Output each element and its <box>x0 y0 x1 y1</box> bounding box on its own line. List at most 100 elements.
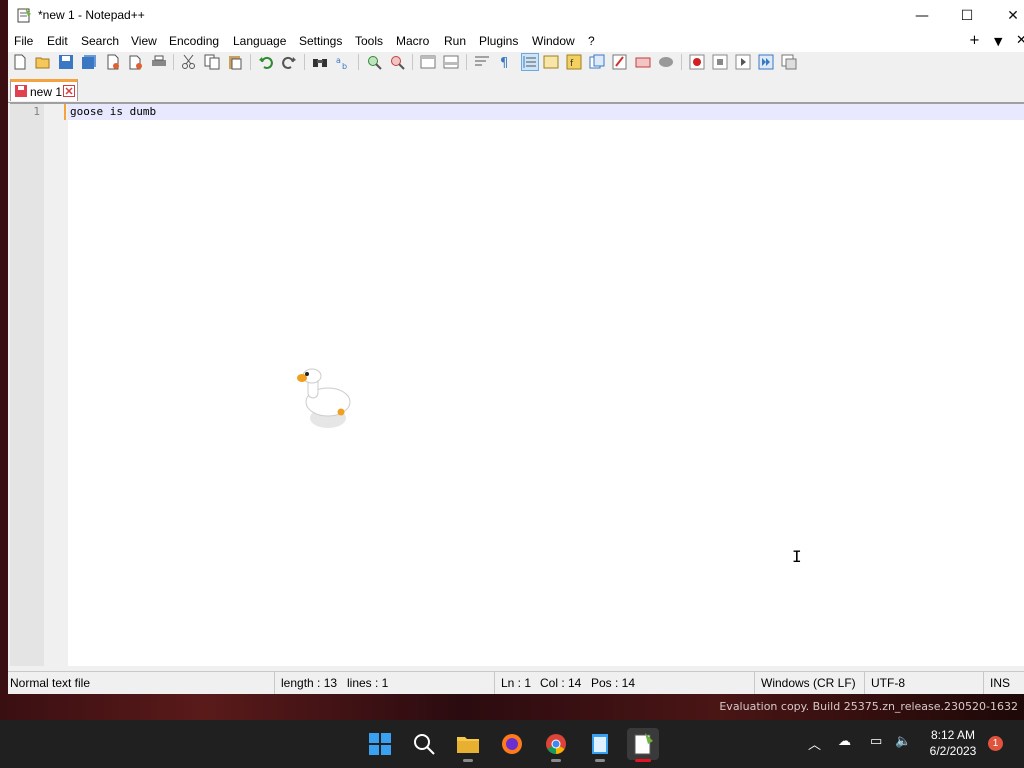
text-cursor-icon: I <box>792 547 802 566</box>
svg-text:a: a <box>336 56 341 65</box>
notepadpp-app-icon <box>17 8 31 23</box>
notepad-icon[interactable] <box>584 728 616 762</box>
change-history-marker <box>64 104 66 120</box>
open-icon[interactable] <box>35 54 51 70</box>
clock[interactable]: 8:12 AM 6/2/2023 <box>918 727 988 759</box>
toolbar: ab ¶ f <box>8 52 1024 72</box>
show-all-chars-icon[interactable]: ¶ <box>497 54 513 70</box>
udl-icon[interactable] <box>635 54 651 70</box>
new-icon[interactable] <box>12 54 28 70</box>
line-number: 1 <box>33 105 40 118</box>
paste-icon[interactable] <box>227 54 243 70</box>
menu-settings[interactable]: Settings <box>299 34 342 48</box>
tab-label: new 1 <box>30 85 63 99</box>
menu-language[interactable]: Language <box>233 34 286 48</box>
save-macro-icon[interactable] <box>781 54 797 70</box>
new-tab-plus-icon[interactable]: + <box>969 33 980 48</box>
status-encoding[interactable]: UTF-8 <box>864 672 982 694</box>
zoom-out-icon[interactable] <box>389 54 405 70</box>
indent-guide-icon[interactable] <box>521 53 539 71</box>
editor-line[interactable]: goose is dumb <box>70 105 156 118</box>
tab-list-dropdown-icon[interactable]: ▼ <box>994 35 1002 48</box>
find-icon[interactable] <box>312 54 328 70</box>
running-indicator <box>463 759 473 762</box>
show-hidden-icons-icon[interactable]: ︿ <box>808 734 821 753</box>
chrome-icon[interactable] <box>540 728 572 762</box>
playback-macro-icon[interactable] <box>735 54 751 70</box>
menu-help[interactable]: ? <box>588 34 595 48</box>
menu-plugins[interactable]: Plugins <box>479 34 518 48</box>
network-icon[interactable]: ▭ <box>870 734 882 749</box>
stop-recording-icon[interactable] <box>712 54 728 70</box>
clock-time: 8:12 AM <box>930 728 976 742</box>
editor-area[interactable]: 1 goose is dumb I <box>10 103 1024 666</box>
close-window-button[interactable]: ✕ <box>990 0 1024 32</box>
firefox-icon[interactable] <box>496 728 528 760</box>
running-indicator <box>635 759 651 762</box>
line-number-gutter: 1 <box>10 104 44 666</box>
maximize-icon: ☐ <box>960 8 974 24</box>
menu-file[interactable]: File <box>14 34 33 48</box>
undo-icon[interactable] <box>258 54 274 70</box>
sync-vertical-icon[interactable] <box>420 54 436 70</box>
svg-text:¶: ¶ <box>500 56 508 70</box>
toolbar-separator <box>173 54 174 70</box>
replace-icon[interactable]: ab <box>335 54 351 70</box>
menu-search[interactable]: Search <box>81 34 119 48</box>
window-title: *new 1 - Notepad++ <box>38 8 145 22</box>
svg-text:b: b <box>342 62 347 70</box>
notepadpp-icon[interactable] <box>627 728 659 762</box>
status-eol[interactable]: Windows (CR LF) <box>754 672 864 694</box>
menu-tools[interactable]: Tools <box>355 34 383 48</box>
close-all-icon[interactable] <box>128 54 144 70</box>
zoom-in-icon[interactable] <box>366 54 382 70</box>
print-icon[interactable] <box>151 54 167 70</box>
running-indicator <box>595 759 605 762</box>
menu-window[interactable]: Window <box>532 34 575 48</box>
menu-edit[interactable]: Edit <box>47 34 68 48</box>
word-wrap-icon[interactable] <box>474 54 490 70</box>
record-macro-icon[interactable] <box>689 54 705 70</box>
menu-macro[interactable]: Macro <box>396 34 429 48</box>
menu-view[interactable]: View <box>131 34 157 48</box>
cut-icon[interactable] <box>181 54 197 70</box>
copy-icon[interactable] <box>204 54 220 70</box>
notepadpp-window: *new 1 - Notepad++ — ☐ ✕ File Edit Searc… <box>8 0 1024 694</box>
save-all-icon[interactable] <box>81 54 97 70</box>
start-icon[interactable] <box>364 728 396 760</box>
toolbar-separator <box>358 54 359 70</box>
title-bar[interactable]: *new 1 - Notepad++ — ☐ ✕ <box>8 0 1024 32</box>
evaluation-watermark: Evaluation copy. Build 25375.zn_release.… <box>719 700 1018 713</box>
function-list-icon[interactable]: f <box>566 54 582 70</box>
current-line-highlight <box>68 104 1024 120</box>
tab-new-1[interactable]: new 1 <box>10 79 78 101</box>
toolbar-separator <box>304 54 305 70</box>
status-col: Col : 14 <box>540 676 582 690</box>
notification-badge[interactable]: 1 <box>988 736 1003 751</box>
save-icon[interactable] <box>58 54 74 70</box>
menu-bar: File Edit Search View Encoding Language … <box>8 32 1024 52</box>
monitoring-icon[interactable] <box>612 54 628 70</box>
search-icon[interactable] <box>408 728 440 760</box>
plugin-icon[interactable] <box>658 54 674 70</box>
file-explorer-icon[interactable] <box>452 728 484 762</box>
sync-horizontal-icon[interactable] <box>443 54 459 70</box>
close-file-icon[interactable] <box>105 54 121 70</box>
menu-run[interactable]: Run <box>444 34 466 48</box>
tab-close-icon[interactable] <box>63 85 75 97</box>
folder-as-workspace-icon[interactable] <box>589 54 605 70</box>
document-map-icon[interactable] <box>543 54 559 70</box>
onedrive-offline-icon[interactable]: ☁ <box>838 734 851 749</box>
redo-icon[interactable] <box>281 54 297 70</box>
minimize-button[interactable]: — <box>899 0 945 32</box>
taskbar: ︿ ☁ ▭ 🔈 8:12 AM 6/2/2023 1 <box>0 720 1024 768</box>
tab-bar: new 1 <box>8 78 1024 103</box>
menu-encoding[interactable]: Encoding <box>169 34 219 48</box>
close-icon: ✕ <box>1007 8 1019 24</box>
status-file-type: Normal text file <box>10 676 91 690</box>
run-macro-multiple-icon[interactable] <box>758 54 774 70</box>
status-pos: Pos : 14 <box>591 676 636 690</box>
maximize-button[interactable]: ☐ <box>944 0 990 32</box>
volume-icon[interactable]: 🔈 <box>895 734 911 749</box>
close-tab-icon[interactable]: ✕ <box>1016 33 1024 48</box>
